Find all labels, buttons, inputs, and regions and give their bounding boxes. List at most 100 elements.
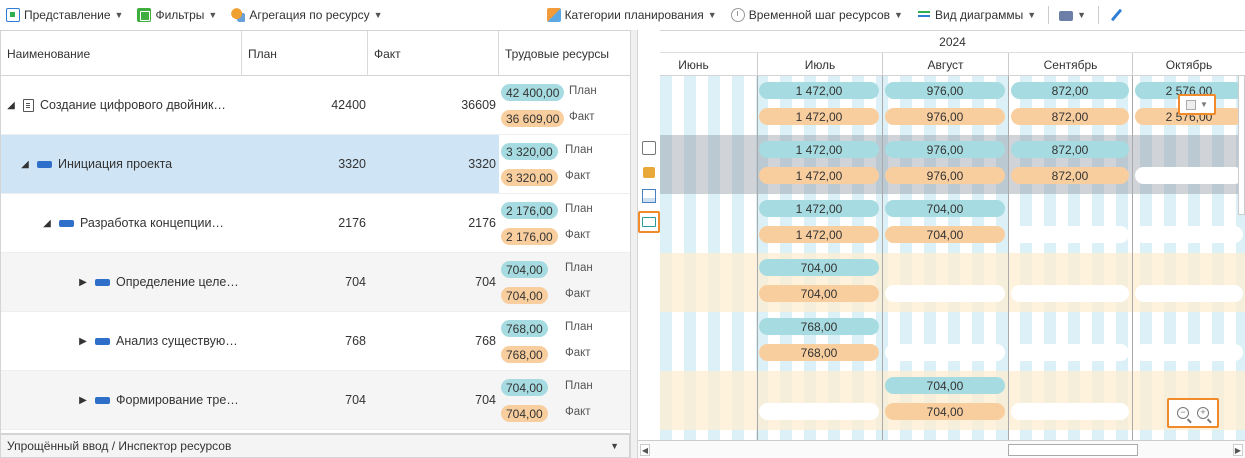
collapse-toggle[interactable]: ◢ (19, 159, 31, 170)
labor-fact-value: 3 320,00 (501, 169, 558, 186)
column-header-plan[interactable]: План (242, 31, 368, 76)
empty-fact-slot (1135, 226, 1243, 243)
settings-menu[interactable] (1109, 8, 1123, 22)
resource-filter-button[interactable]: ▼ (1178, 94, 1216, 115)
horizontal-scrollbar[interactable]: ◀ ▶ (638, 440, 1245, 458)
empty-fact-slot (1135, 167, 1243, 184)
collapse-toggle[interactable]: ◢ (41, 218, 53, 229)
resource-inspector-panel[interactable]: Упрощённый ввод / Инспектор ресурсов ▼ (0, 434, 630, 458)
gantt-fact-value: 872,00 (1011, 167, 1129, 184)
labor-plan-value: 704,00 (501, 261, 548, 278)
gantt-plan-value: 704,00 (885, 200, 1005, 217)
table-row[interactable]: ◢ Создание цифрового двойник… 42400 3660… (1, 76, 630, 135)
scroll-left-icon[interactable]: ◀ (640, 444, 650, 456)
chevron-down-icon[interactable]: ▼ (610, 441, 619, 451)
task-name-cell: ▶ Формирование тре… (77, 371, 239, 429)
labor-plan-value: 2 176,00 (501, 202, 558, 219)
task-name-cell: ◢ Создание цифрового двойник… (5, 76, 226, 134)
expand-toggle[interactable]: ▶ (77, 336, 89, 347)
scrollbar-thumb[interactable] (1008, 444, 1138, 456)
plan-cell: 768 (345, 334, 366, 348)
task-name-cell: ◢ Разработка концепции… (41, 194, 224, 252)
task-name: Анализ существую… (116, 334, 238, 348)
empty-fact-slot (1011, 344, 1129, 361)
print-menu[interactable]: ▼ (1059, 9, 1086, 21)
toolbar: Представление ▼ Фильтры ▼ Агрегация по р… (0, 0, 1245, 30)
gantt-plan-value: 1 472,00 (759, 82, 879, 99)
planning-categories-menu[interactable]: Категории планирования ▼ (546, 8, 717, 22)
fit-to-width-icon[interactable] (638, 211, 660, 233)
fact-cell: 704 (475, 393, 496, 407)
collapse-toggle[interactable]: ◢ (5, 100, 17, 111)
fact-label: Факт (565, 229, 591, 241)
labor-cell: 768,00 План 768,00 Факт (499, 312, 630, 370)
expand-toggle[interactable]: ▶ (77, 277, 89, 288)
table-row[interactable]: ▶ Формирование тре… 704 704 704,00 План … (1, 371, 630, 430)
chevron-down-icon: ▼ (1200, 100, 1208, 109)
aggregation-label: Агрегация по ресурсу (249, 8, 370, 22)
resource-gantt: 2024 Июнь Июль Август Сентябрь Октябрь 1… (660, 30, 1245, 458)
wrench-icon (1109, 8, 1123, 22)
labor-cell: 2 176,00 План 2 176,00 Факт (499, 194, 630, 252)
diagram-view-menu[interactable]: Вид диаграммы ▼ (917, 8, 1036, 22)
table-row[interactable]: ◢ Разработка концепции… 2176 2176 2 176,… (1, 194, 630, 253)
gantt-plan-value: 1 472,00 (759, 200, 879, 217)
fact-label: Факт (565, 347, 591, 359)
aggregation-icon (231, 8, 246, 22)
gantt-body[interactable]: 1 472,00 976,00 872,00 2 576,00 1 472,00… (660, 76, 1245, 458)
gantt-fact-value: 976,00 (885, 108, 1005, 125)
task-grid: Наименование План Факт Трудовые ресурсы … (0, 30, 630, 434)
grid-header: Наименование План Факт Трудовые ресурсы (1, 31, 630, 76)
table-row[interactable]: ▶ Определение целе… 704 704 704,00 План … (1, 253, 630, 312)
labor-plan-value: 3 320,00 (501, 143, 558, 160)
row-band (660, 253, 1245, 312)
column-header-name[interactable]: Наименование (1, 31, 242, 76)
resource-timestep-menu[interactable]: Временной шаг ресурсов ▼ (730, 8, 903, 22)
plan-cell: 704 (345, 275, 366, 289)
empty-fact-slot (1011, 403, 1129, 420)
column-header-labor[interactable]: Трудовые ресурсы (499, 31, 630, 76)
empty-fact-slot (885, 344, 1005, 361)
printer-icon (1059, 11, 1074, 21)
table-row[interactable]: ◢ Инициация проекта 3320 3320 3 320,00 П… (1, 135, 630, 194)
summary-task-icon (37, 160, 52, 168)
fact-label: Факт (565, 406, 591, 418)
pane-splitter[interactable] (630, 30, 638, 458)
timeline-year: 2024 (660, 31, 1245, 53)
month-header: Сентябрь (1008, 53, 1132, 76)
filters-menu[interactable]: Фильтры ▼ (137, 8, 217, 22)
labor-cell: 42 400,00 План 36 609,00 Факт (499, 76, 630, 134)
toolbar-separator (1048, 6, 1050, 24)
resource-settings-icon[interactable] (640, 139, 658, 157)
labor-fact-value: 36 609,00 (501, 110, 565, 127)
scroll-right-icon[interactable]: ▶ (1233, 444, 1243, 456)
task-name: Инициация проекта (58, 157, 173, 171)
empty-fact-slot (759, 403, 879, 420)
gantt-plan-value: 976,00 (885, 141, 1005, 158)
view-menu[interactable]: Представление ▼ (6, 8, 123, 22)
task-name-cell: ◢ Инициация проекта (19, 135, 172, 193)
table-row[interactable]: ▶ Анализ существую… 768 768 768,00 План … (1, 312, 630, 371)
zoom-out-icon[interactable]: − (1177, 407, 1189, 419)
categories-label: Категории планирования (564, 8, 704, 22)
fact-cell: 768 (475, 334, 496, 348)
box-icon[interactable] (640, 163, 658, 181)
labor-plan-value: 768,00 (501, 320, 548, 337)
gantt-plan-value: 704,00 (885, 377, 1005, 394)
resource-inspector-label: Упрощённый ввод / Инспектор ресурсов (7, 439, 232, 453)
plan-cell: 3320 (338, 157, 366, 171)
view-label: Представление (24, 8, 111, 22)
column-header-fact[interactable]: Факт (368, 31, 499, 76)
aggregation-menu[interactable]: Агрегация по ресурсу ▼ (231, 8, 383, 22)
zoom-in-icon[interactable]: + (1197, 407, 1209, 419)
gantt-fact-value: 1 472,00 (759, 226, 879, 243)
chevron-down-icon: ▼ (707, 10, 717, 20)
gantt-fact-value: 1 472,00 (759, 167, 879, 184)
table-icon[interactable] (640, 187, 658, 205)
expand-toggle[interactable]: ▶ (77, 395, 89, 406)
labor-fact-value: 704,00 (501, 287, 548, 304)
plan-cell: 42400 (331, 98, 366, 112)
vertical-scrollbar[interactable] (1238, 75, 1245, 215)
categories-icon (546, 8, 561, 22)
summary-task-icon (95, 337, 110, 345)
